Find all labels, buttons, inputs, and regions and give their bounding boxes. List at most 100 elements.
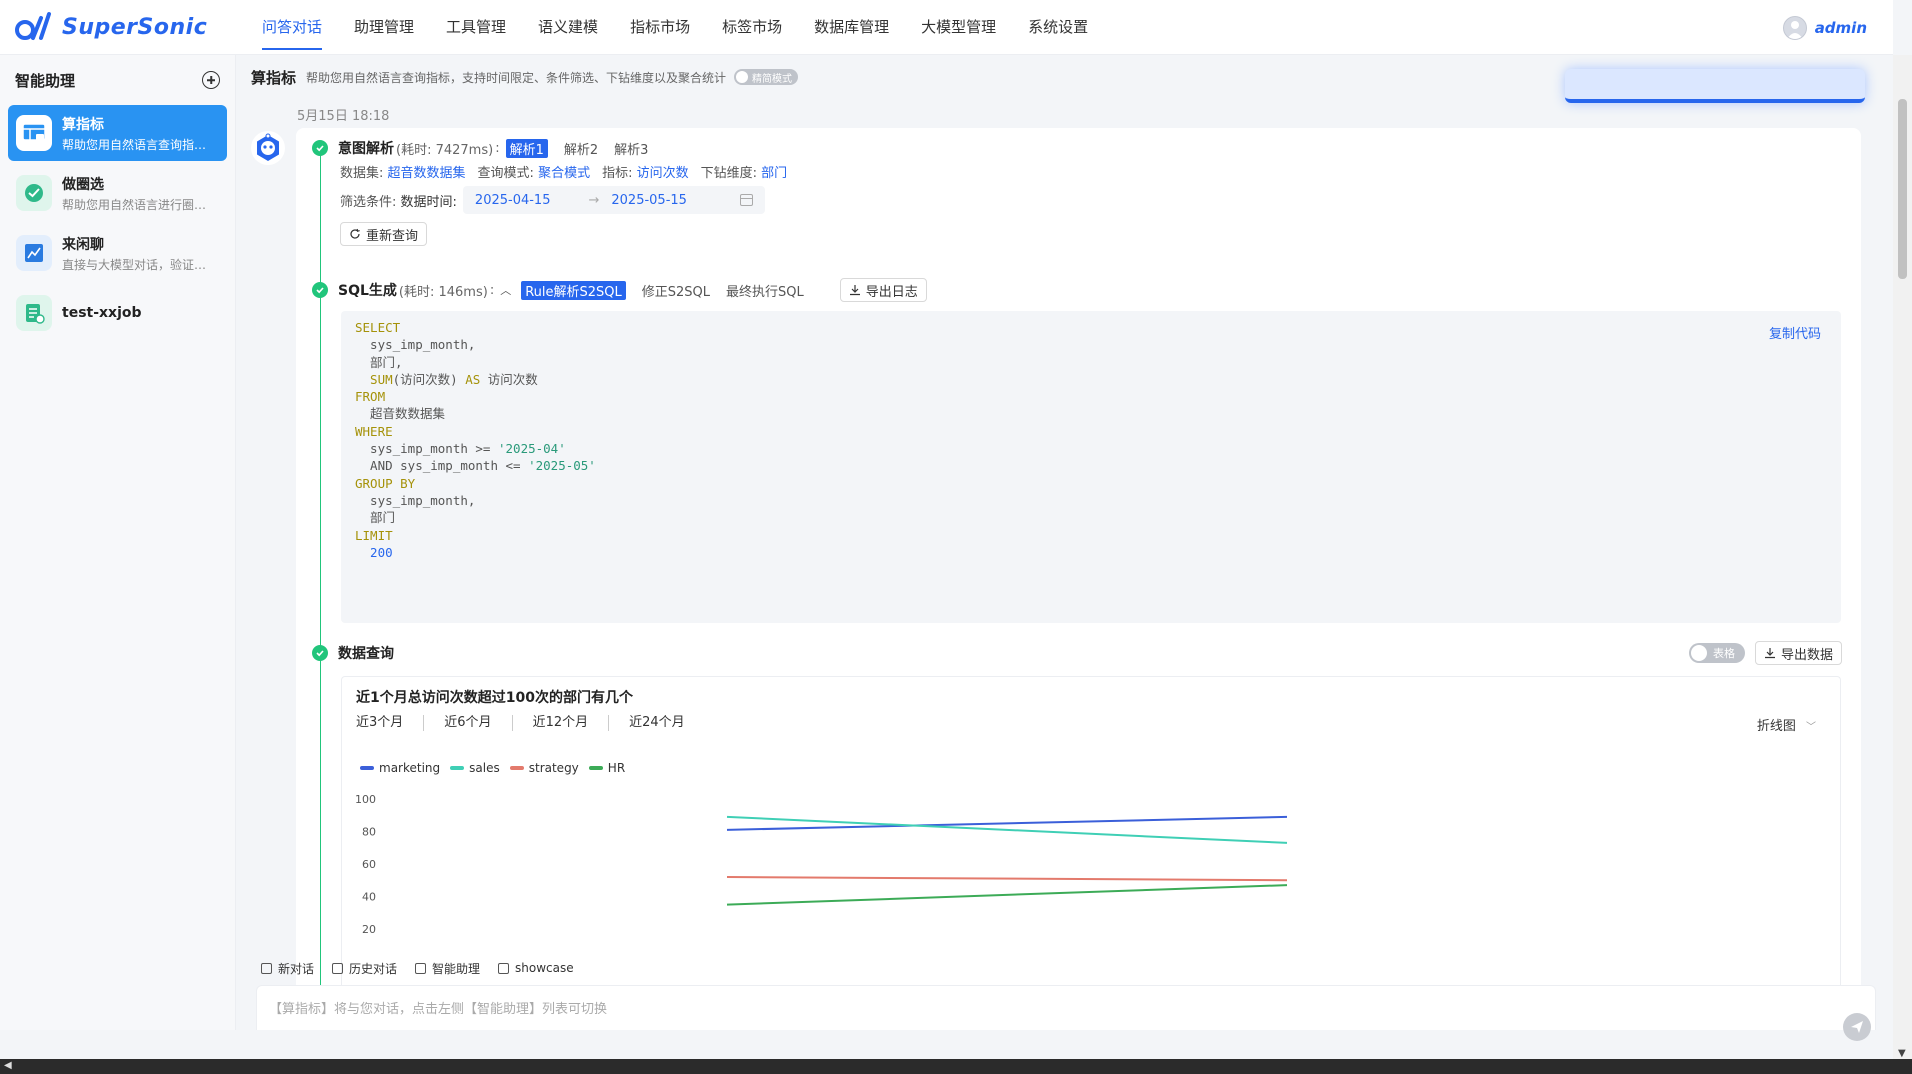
quick-action-2[interactable]: 智能助理 bbox=[415, 960, 480, 977]
code-line: SUM(访问次数) AS 访问次数 bbox=[355, 371, 1827, 388]
code-token: 200 bbox=[355, 544, 393, 560]
quick-action-1[interactable]: 历史对话 bbox=[332, 960, 397, 977]
agent-text: 做圈选 帮助您用自然语言进行圈选... bbox=[62, 174, 212, 213]
legend-item-HR[interactable]: HR bbox=[588, 761, 626, 775]
nav-item-5[interactable]: 标签市场 bbox=[706, 0, 798, 55]
simple-mode-toggle[interactable]: 精简模式 bbox=[734, 69, 799, 85]
y-tick-label: 40 bbox=[362, 891, 376, 904]
intent-details: 数据集: 超音数数据集 查询模式: 聚合模式 指标: 访问次数 下钻维度: 部门 bbox=[340, 162, 799, 181]
add-agent-icon[interactable] bbox=[202, 71, 220, 89]
chat-input[interactable]: 【算指标】将与您对话，点击左侧【智能助理】列表可切换 bbox=[256, 985, 1876, 1030]
series-line-HR[interactable] bbox=[726, 884, 1288, 906]
sql-title: SQL生成 bbox=[338, 283, 397, 299]
metric-value[interactable]: 访问次数 bbox=[637, 162, 689, 181]
nav-item-8[interactable]: 系统设置 bbox=[1012, 0, 1104, 55]
code-line: WHERE bbox=[355, 423, 1827, 440]
parse-tab-3[interactable]: 解析3 bbox=[614, 139, 648, 158]
sql-tab-final[interactable]: 最终执行SQL bbox=[726, 281, 804, 300]
intent-colon: : bbox=[495, 140, 500, 156]
sql-tab-corrected[interactable]: 修正S2SQL bbox=[642, 281, 710, 300]
agent-item-2[interactable]: 来闲聊 直接与大模型对话，验证连... bbox=[8, 225, 227, 281]
quick-action-icon bbox=[261, 962, 272, 974]
calendar-icon[interactable] bbox=[739, 194, 753, 206]
chart-type-label: 折线图 bbox=[1756, 719, 1796, 734]
horizontal-scrollbar[interactable]: ◀ bbox=[0, 1059, 1912, 1074]
date-start[interactable]: 2025-04-15 bbox=[475, 193, 551, 208]
code-token: GROUP BY bbox=[355, 475, 416, 491]
sql-code-block: SELECT sys_imp_month, 部门, SUM(访问次数) AS 访… bbox=[341, 311, 1841, 623]
agent-item-1[interactable]: 做圈选 帮助您用自然语言进行圈选... bbox=[8, 165, 227, 221]
scroll-down-icon[interactable]: ▼ bbox=[1898, 1048, 1906, 1059]
intent-step-header: 意图解析 (耗时: 7427ms) : 解析1 解析2 解析3 bbox=[312, 138, 648, 158]
requery-button[interactable]: 重新查询 bbox=[340, 222, 428, 246]
parse-tab-1[interactable]: 解析1 bbox=[505, 138, 548, 158]
user-menu[interactable]: admin bbox=[1782, 0, 1867, 55]
nav-item-7[interactable]: 大模型管理 bbox=[905, 0, 1012, 55]
series-line-sales[interactable] bbox=[726, 815, 1288, 844]
code-line: 超音数数据集 bbox=[355, 405, 1827, 422]
legend-label: HR bbox=[607, 761, 626, 775]
dimension-value[interactable]: 部门 bbox=[761, 162, 787, 181]
quick-action-3[interactable]: showcase bbox=[498, 961, 574, 975]
nav-item-2[interactable]: 工具管理 bbox=[430, 0, 522, 55]
nav-item-3[interactable]: 语义建模 bbox=[522, 0, 614, 55]
nav-item-6[interactable]: 数据库管理 bbox=[798, 0, 905, 55]
chevron-up-icon[interactable]: ︿ bbox=[500, 282, 511, 298]
date-end[interactable]: 2025-05-15 bbox=[611, 193, 687, 208]
agent-item-0[interactable]: 算指标 帮助您用自然语言查询指标... bbox=[8, 105, 227, 161]
query-title: 数据查询 bbox=[338, 646, 394, 662]
nav-item-4[interactable]: 指标市场 bbox=[614, 0, 706, 55]
quick-action-0[interactable]: 新对话 bbox=[261, 960, 314, 977]
app-logo[interactable]: SuperSonic bbox=[14, 10, 246, 44]
intent-time: (耗时: 7427ms) bbox=[396, 142, 494, 158]
check-icon bbox=[312, 140, 328, 156]
agent-name: 来闲聊 bbox=[62, 236, 104, 253]
code-line: SELECT bbox=[355, 319, 1827, 336]
nav-item-1[interactable]: 助理管理 bbox=[338, 0, 430, 55]
sql-tab-rule[interactable]: Rule解析S2SQL bbox=[521, 280, 626, 300]
agent-item-3[interactable]: test-xxjob bbox=[8, 285, 227, 341]
y-tick-label: 20 bbox=[362, 923, 376, 936]
time-range-2[interactable]: 近12个月 bbox=[533, 715, 610, 731]
legend-item-sales[interactable]: sales bbox=[450, 761, 500, 775]
time-range-3[interactable]: 近24个月 bbox=[629, 715, 705, 731]
series-line-strategy[interactable] bbox=[726, 876, 1288, 882]
check-icon bbox=[312, 282, 328, 298]
agent-text: 算指标 帮助您用自然语言查询指标... bbox=[62, 114, 212, 153]
chat-input-area: 新对话 历史对话 智能助理 showcase 【算指标】将与您对话，点击左侧【智能助理… bbox=[237, 955, 1893, 1041]
nav-item-0[interactable]: 问答对话 bbox=[246, 0, 338, 55]
vertical-scrollbar[interactable]: ▼ bbox=[1893, 55, 1912, 1059]
code-token: WHERE bbox=[355, 423, 393, 439]
dataset-value[interactable]: 超音数数据集 bbox=[388, 162, 466, 181]
agent-desc: 帮助您用自然语言查询指标... bbox=[62, 137, 212, 152]
requery-label: 重新查询 bbox=[366, 228, 419, 244]
parse-tab-2[interactable]: 解析2 bbox=[564, 139, 598, 158]
time-range-0[interactable]: 近3个月 bbox=[356, 715, 425, 731]
top-navbar: SuperSonic 问答对话 助理管理 工具管理 语义建模 指标市场 标签市场 数据库管理… bbox=[0, 0, 1893, 55]
date-range-picker[interactable]: 2025-04-15 → 2025-05-15 bbox=[462, 186, 765, 214]
chart-legend: marketing sales strategy HR bbox=[360, 761, 635, 775]
code-token: LIMIT bbox=[355, 527, 393, 543]
series-line-marketing[interactable] bbox=[726, 815, 1288, 831]
export-log-button[interactable]: 导出日志 bbox=[839, 278, 927, 302]
time-range-1[interactable]: 近6个月 bbox=[444, 715, 513, 731]
dataset-label: 数据集: bbox=[340, 166, 384, 181]
legend-swatch bbox=[450, 766, 465, 770]
code-token: FROM bbox=[355, 389, 386, 405]
legend-item-marketing[interactable]: marketing bbox=[360, 761, 440, 775]
copy-code-link[interactable]: 复制代码 bbox=[1769, 323, 1821, 342]
quick-action-label: 历史对话 bbox=[349, 961, 398, 976]
send-icon bbox=[1851, 1021, 1863, 1033]
chart-type-select[interactable]: 折线图 ﹀ bbox=[1757, 715, 1816, 734]
y-tick-label: 80 bbox=[362, 826, 376, 839]
scroll-left-icon[interactable]: ◀ bbox=[4, 1060, 12, 1071]
export-data-label: 导出数据 bbox=[1780, 647, 1833, 663]
legend-item-strategy[interactable]: strategy bbox=[509, 761, 579, 775]
scrollbar-thumb[interactable] bbox=[1898, 99, 1907, 279]
table-toggle[interactable]: 表格 bbox=[1688, 643, 1745, 663]
filter-label: 筛选条件: bbox=[340, 194, 397, 210]
send-button[interactable] bbox=[1843, 1013, 1871, 1041]
code-token: '2025-04' bbox=[498, 441, 566, 457]
code-token: AS bbox=[465, 371, 481, 387]
export-data-button[interactable]: 导出数据 bbox=[1754, 641, 1842, 665]
